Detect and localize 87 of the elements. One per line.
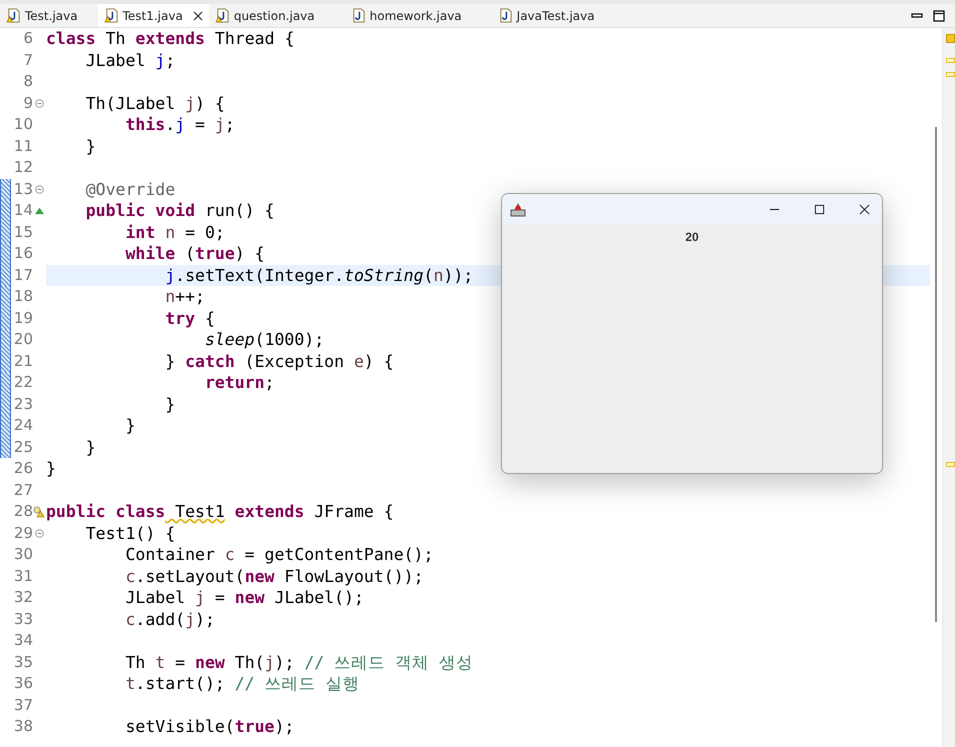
line-number: 26 — [12, 458, 33, 479]
line-number: 20 — [12, 329, 33, 350]
code-line: public class Test1 extends JFrame { — [46, 502, 394, 521]
line-number: 10 — [12, 114, 33, 135]
code-line: n++; — [164, 287, 205, 306]
app-icon — [510, 201, 526, 217]
code-line: setVisible(true); — [124, 717, 294, 736]
code-line: JLabel j = new JLabel(); — [124, 588, 364, 607]
code-line: Container c = getContentPane(); — [124, 545, 434, 564]
code-line: } — [164, 394, 176, 414]
collapse-icon[interactable] — [34, 184, 44, 194]
status-marker — [946, 34, 955, 43]
line-number: 23 — [12, 394, 33, 414]
maximize-icon[interactable] — [933, 10, 945, 22]
code-line: c.setLayout(new FlowLayout()); — [124, 566, 424, 586]
line-number: 18 — [12, 286, 33, 307]
line-number: 22 — [12, 372, 33, 393]
java-file-icon — [104, 8, 119, 23]
line-number: 11 — [12, 136, 33, 156]
line-number: 6 — [22, 28, 33, 49]
line-number: 16 — [12, 243, 33, 264]
line-number: 19 — [12, 308, 33, 328]
code-line: return; — [204, 373, 274, 392]
counter-label: 20 — [685, 230, 699, 244]
line-number: 12 — [12, 157, 33, 178]
editor-tab[interactable]: question.java — [208, 4, 345, 27]
code-line: Th(JLabel j) { — [84, 94, 225, 112]
line-number: 7 — [22, 50, 33, 70]
java-file-icon — [6, 8, 21, 23]
code-line: while (true) { — [124, 244, 265, 263]
editor-tab[interactable]: Test.java — [0, 4, 98, 27]
line-number: 28 — [12, 501, 33, 522]
code-line: t.start(); // 쓰레드 실행 — [124, 674, 360, 693]
line-number: 30 — [12, 544, 33, 565]
line-number: 38 — [12, 716, 33, 737]
line-number: 35 — [12, 652, 33, 672]
line-number: 13 — [12, 178, 33, 200]
line-number: 8 — [22, 71, 33, 92]
code-line: Test1() { — [84, 524, 176, 542]
line-number: 29 — [12, 522, 33, 544]
editor-tab[interactable]: Test1.java — [98, 4, 209, 27]
code-line: } — [84, 438, 96, 456]
code-line: } — [84, 136, 96, 156]
warning-icon — [33, 506, 45, 518]
code-line: class Th extends Thread { — [46, 29, 294, 48]
code-line: this.j = j; — [124, 115, 235, 134]
collapse-icon[interactable] — [34, 98, 44, 108]
warning-marker[interactable] — [946, 72, 955, 77]
editor-tab[interactable]: JavaTest.java — [492, 4, 625, 27]
line-number: 34 — [12, 630, 33, 651]
line-number: 36 — [12, 673, 33, 694]
java-file-icon — [214, 8, 230, 23]
line-number: 24 — [12, 415, 33, 436]
code-line: } — [124, 416, 136, 435]
line-number: 33 — [12, 608, 33, 630]
code-line: int n = 0; — [124, 222, 225, 242]
line-number: 17 — [12, 264, 33, 286]
java-file-icon — [350, 8, 366, 23]
line-number: 15 — [12, 222, 33, 242]
warning-marker[interactable] — [946, 462, 955, 467]
editor-tab[interactable]: homework.java — [344, 4, 492, 27]
collapse-icon[interactable] — [34, 528, 44, 538]
line-number: 31 — [12, 566, 33, 586]
line-number: 25 — [12, 436, 33, 458]
line-number: 9 — [22, 92, 33, 114]
close-icon[interactable] — [859, 204, 870, 214]
code-line: sleep(1000); — [204, 330, 324, 349]
triangle-icon — [34, 206, 44, 216]
line-number: 21 — [12, 350, 33, 372]
line-number: 37 — [12, 694, 33, 716]
code-line: } — [46, 459, 56, 478]
line-number: 14 — [12, 200, 33, 221]
code-line: public void run() { — [84, 201, 274, 220]
warning-marker[interactable] — [946, 58, 955, 63]
code-line: @Override — [84, 180, 176, 198]
code-line: try { — [164, 308, 215, 328]
close-icon[interactable] — [192, 10, 203, 20]
code-line: } catch (Exception e) { — [164, 352, 394, 370]
line-number: 32 — [12, 587, 33, 608]
line-number: 27 — [12, 480, 33, 500]
code-line: c.add(j); — [124, 610, 215, 628]
code-line: JLabel j; — [84, 50, 176, 70]
maximize-icon[interactable] — [814, 204, 825, 214]
code-line: j.setText(Integer.toString(n)); — [164, 266, 474, 284]
java-file-icon — [498, 8, 513, 23]
scrollbar-thumb[interactable] — [935, 127, 937, 622]
code-line: Th t = new Th(j); // 쓰레드 객체 생성 — [124, 652, 474, 672]
